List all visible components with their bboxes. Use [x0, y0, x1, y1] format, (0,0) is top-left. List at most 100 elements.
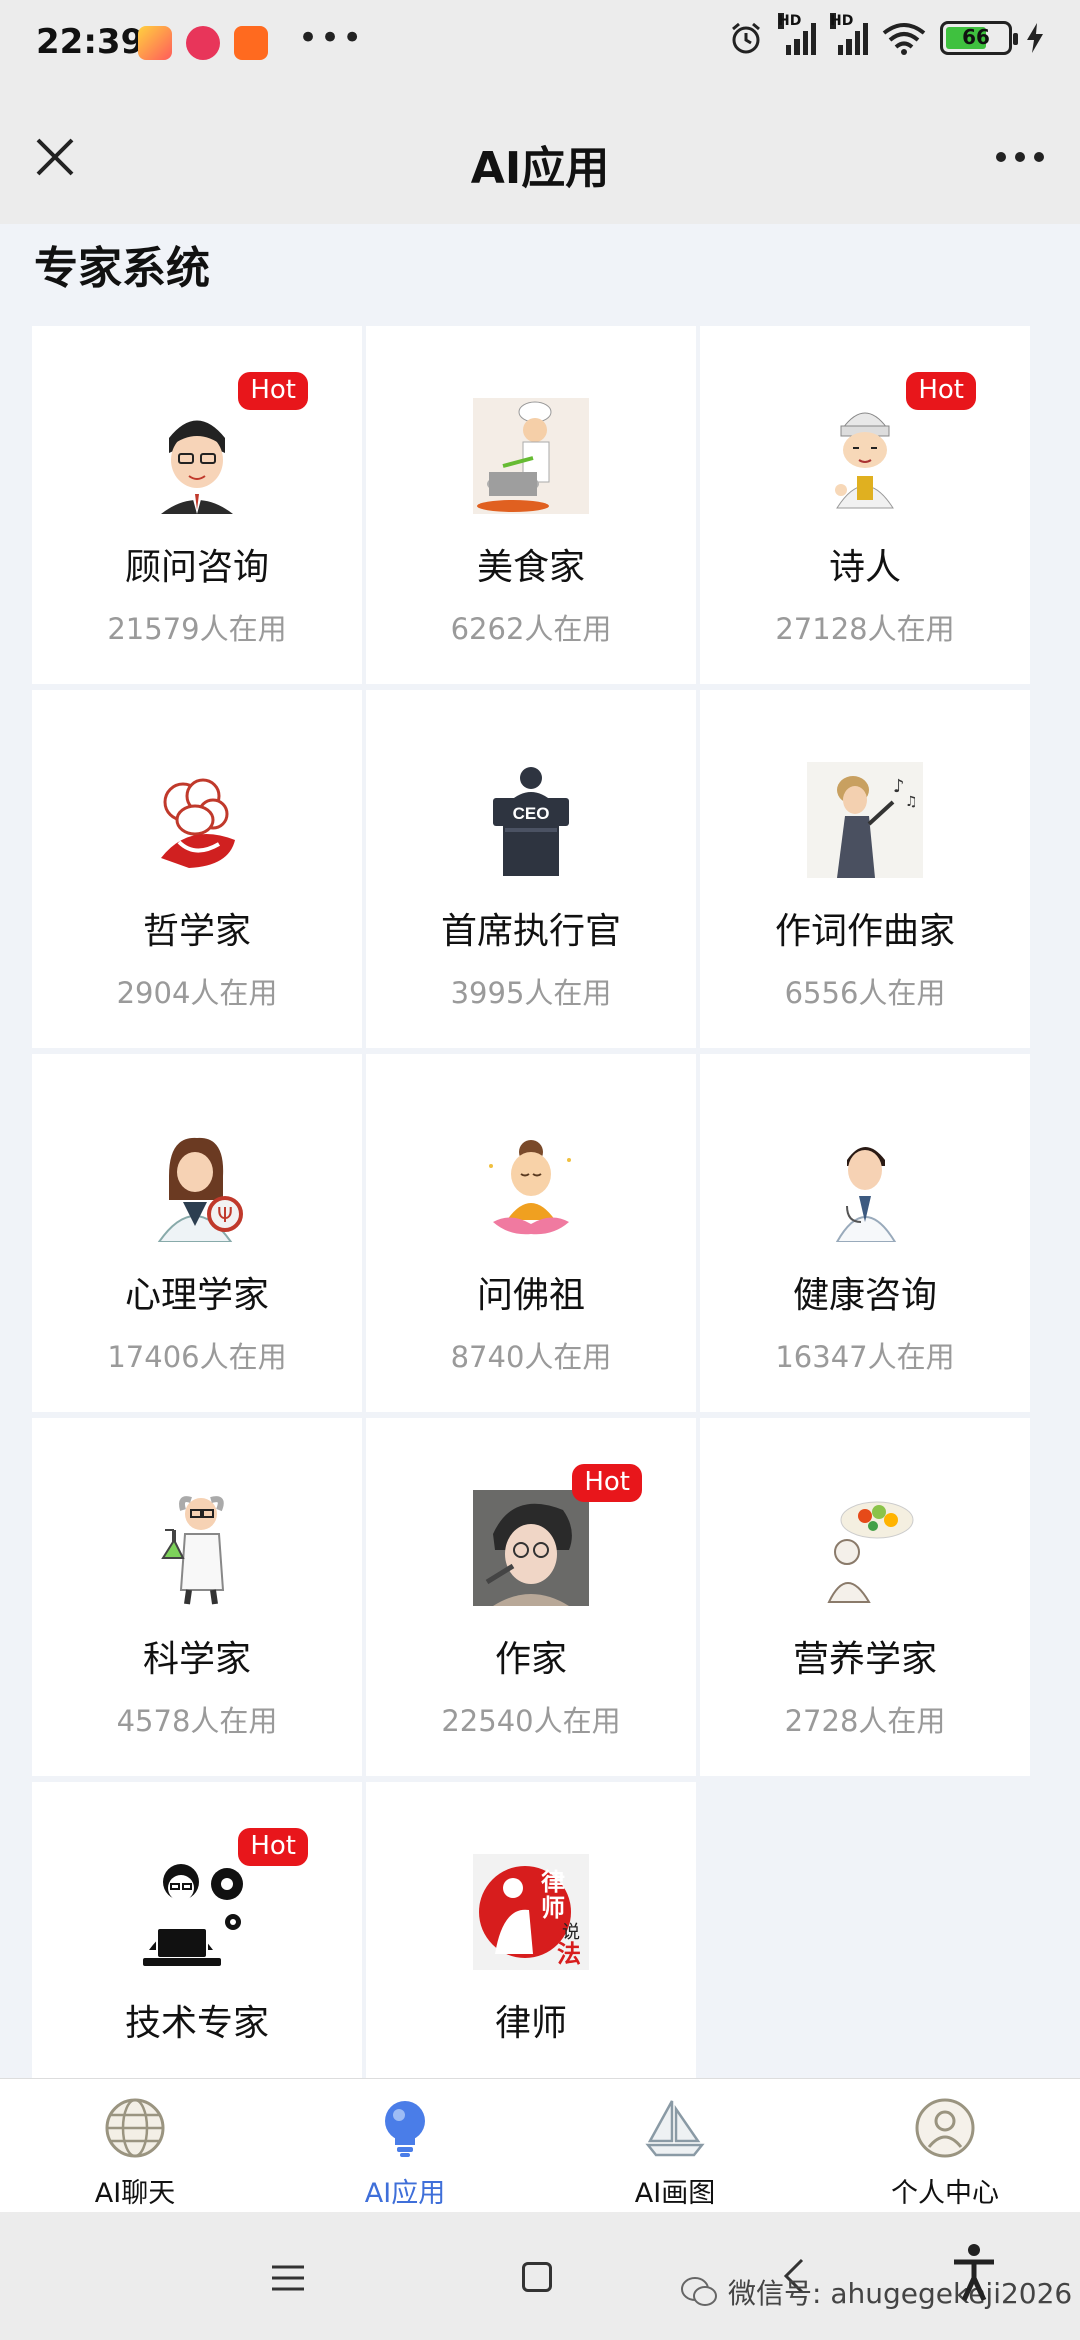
hot-badge: Hot — [238, 1828, 308, 1866]
recent-apps-icon[interactable] — [272, 2264, 304, 2292]
chef-icon — [473, 398, 589, 514]
bottom-tab-bar: AI聊天 AI应用 AI画图 个人中心 — [0, 2078, 1080, 2213]
hot-badge: Hot — [572, 1464, 642, 1502]
card-psychologist[interactable]: Ψ 心理学家 17406人在用 — [32, 1054, 362, 1412]
card-usage-count: 21579人在用 — [107, 612, 287, 646]
card-buddha[interactable]: 问佛祖 8740人在用 — [366, 1054, 696, 1412]
card-usage-count: 6262人在用 — [450, 612, 612, 646]
system-nav-bar: 微信号: ahugegekeji2026 — [0, 2212, 1080, 2340]
app-header: AI应用 — [0, 92, 1080, 224]
tab-label: AI聊天 — [94, 2178, 176, 2209]
hot-badge: Hot — [238, 372, 308, 410]
hd-label-2: HD — [830, 13, 854, 29]
card-usage-count: 2904人在用 — [116, 976, 278, 1010]
card-title: 心理学家 — [124, 1275, 269, 1316]
status-bar: 22:39 ••• HD HD 66 — [0, 0, 1080, 92]
tech-expert-icon — [143, 1864, 243, 1966]
poet-icon — [835, 412, 894, 509]
scientist-icon — [161, 1496, 225, 1605]
card-usage-count: 2728人在用 — [784, 1704, 946, 1738]
page-title: AI应用 — [470, 143, 610, 194]
psychologist-icon: Ψ — [157, 1137, 243, 1242]
tab-profile[interactable]: 个人中心 — [810, 2079, 1080, 2213]
card-title: 美食家 — [476, 547, 585, 588]
tab-ai-drawing[interactable]: AI画图 — [540, 2079, 810, 2213]
tab-label: AI画图 — [634, 2178, 716, 2209]
card-usage-count: 16347人在用 — [775, 1340, 955, 1374]
card-songwriter[interactable]: ♪ ♫ 作词作曲家 6556人在用 — [700, 690, 1030, 1048]
lawyer-icon: 律 师 说 法 — [473, 1854, 589, 1970]
svg-text:♫: ♫ — [905, 794, 918, 810]
accessibility-icon[interactable] — [952, 2242, 996, 2302]
songwriter-icon: ♪ ♫ — [807, 762, 923, 878]
card-title: 健康咨询 — [792, 1275, 937, 1316]
card-usage-count: 3995人在用 — [450, 976, 612, 1010]
charging-icon — [1027, 23, 1043, 53]
wifi-icon — [882, 23, 926, 55]
signal-icon-2: HD — [830, 13, 868, 55]
hot-badge: Hot — [906, 372, 976, 410]
status-time: 22:39 — [36, 22, 145, 62]
card-title: 律师 — [494, 2003, 567, 2044]
card-ceo[interactable]: CEO 首席执行官 3995人在用 — [366, 690, 696, 1048]
card-consultant[interactable]: Hot 顾问咨询 21579人在用 — [32, 326, 362, 684]
home-button[interactable] — [522, 2262, 552, 2292]
card-health[interactable]: 健康咨询 16347人在用 — [700, 1054, 1030, 1412]
section-title: 专家系统 — [34, 243, 210, 294]
card-usage-count: 22540人在用 — [441, 1704, 621, 1738]
svg-text:法: 法 — [557, 1940, 581, 1968]
card-title: 顾问咨询 — [124, 547, 269, 588]
wechat-icon — [681, 2277, 717, 2306]
hd-label-1: HD — [778, 13, 802, 29]
doctor-icon — [835, 1147, 897, 1242]
card-gourmet[interactable]: 美食家 6262人在用 — [366, 326, 696, 684]
expert-grid: Hot 顾问咨询 21579人在用 美食家 6262人在用 Hot 诗人 271… — [32, 326, 1032, 2140]
card-title: 技术专家 — [124, 2003, 269, 2044]
card-scientist[interactable]: 科学家 4578人在用 — [32, 1418, 362, 1776]
card-poet[interactable]: Hot 诗人 27128人在用 — [700, 326, 1030, 684]
svg-text:Ψ: Ψ — [217, 1203, 233, 1227]
card-title: 诗人 — [828, 547, 901, 588]
card-usage-count: 4578人在用 — [116, 1704, 278, 1738]
card-usage-count: 27128人在用 — [775, 612, 955, 646]
card-title: 作词作曲家 — [774, 911, 955, 952]
writer-icon — [473, 1490, 589, 1606]
alarm-icon — [732, 22, 760, 54]
ceo-label: CEO — [513, 804, 550, 823]
card-usage-count: 17406人在用 — [107, 1340, 287, 1374]
svg-text:师: 师 — [541, 1894, 565, 1922]
card-usage-count: 8740人在用 — [450, 1340, 612, 1374]
battery-level: 66 — [962, 25, 990, 49]
buddha-icon — [489, 1140, 571, 1235]
philosopher-icon — [161, 778, 235, 868]
svg-text:律: 律 — [541, 1868, 565, 1896]
consultant-avatar-icon — [161, 420, 233, 514]
card-writer[interactable]: Hot 作家 22540人在用 — [366, 1418, 696, 1776]
ceo-podium-icon: CEO — [493, 767, 569, 876]
watermark: 微信号: ahugegekeji2026 — [680, 2272, 1072, 2312]
tab-label: 个人中心 — [891, 2178, 999, 2209]
nutritionist-icon — [827, 1501, 914, 1603]
tab-ai-chat[interactable]: AI聊天 — [0, 2079, 270, 2213]
card-title: 问佛祖 — [476, 1275, 585, 1316]
more-notifications-icon: ••• — [298, 18, 365, 58]
card-title: 哲学家 — [142, 911, 251, 952]
card-philosopher[interactable]: 哲学家 2904人在用 — [32, 690, 362, 1048]
svg-text:♪: ♪ — [893, 776, 905, 797]
tab-ai-apps[interactable]: AI应用 — [270, 2079, 540, 2213]
more-options-icon[interactable] — [990, 144, 1050, 170]
watermark-text: 微信号: ahugegekeji2026 — [728, 2277, 1073, 2310]
tab-label: AI应用 — [364, 2178, 446, 2209]
card-title: 营养学家 — [792, 1639, 937, 1680]
battery-icon: 66 — [940, 21, 1018, 55]
sailboat-icon — [645, 2100, 705, 2157]
app-notification-icon — [138, 26, 172, 60]
card-usage-count: 6556人在用 — [784, 976, 946, 1010]
video-app-icon — [186, 26, 220, 60]
signal-icon-1: HD — [778, 13, 816, 55]
card-title: 科学家 — [142, 1639, 251, 1680]
card-title: 作家 — [494, 1639, 567, 1680]
card-title: 首席执行官 — [440, 911, 621, 952]
card-nutritionist[interactable]: 营养学家 2728人在用 — [700, 1418, 1030, 1776]
globe-icon — [105, 2098, 165, 2158]
